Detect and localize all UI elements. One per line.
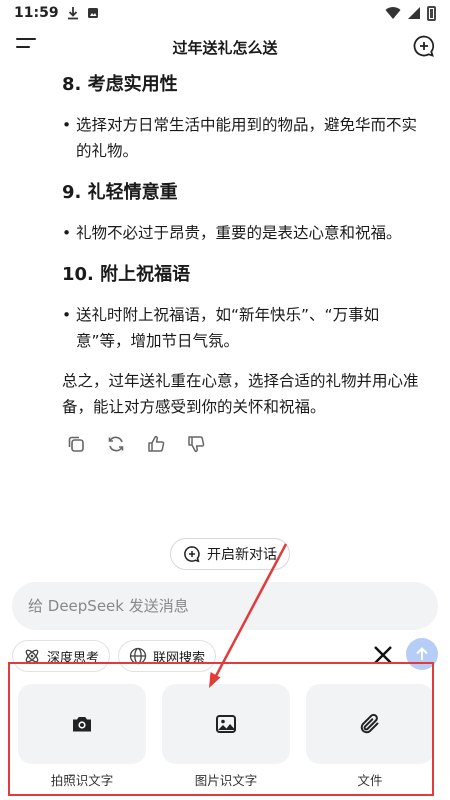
message-input[interactable] [28, 597, 422, 615]
menu-line [16, 46, 30, 48]
signal-icon [408, 7, 420, 19]
section-bullet: 送礼时附上祝福语，如“新年快乐”、“万事如意”等，增加节日气氛。 [62, 302, 422, 354]
menu-line [16, 38, 36, 40]
message-actions [66, 434, 422, 454]
arrow-up-icon [416, 647, 428, 660]
thumbs-up-icon[interactable] [146, 434, 166, 454]
summary-text: 总之，过年送礼重在心意，选择合适的礼物并用心准备，能让对方感受到你的关怀和祝福。 [62, 372, 419, 416]
section-bullet: 选择对方日常生活中能用到的物品，避免华而不实的礼物。 [62, 112, 422, 164]
status-bar: 11:59 [0, 0, 450, 26]
section-heading: 10. 附上祝福语 [62, 264, 191, 285]
new-chat-icon [184, 546, 200, 563]
copy-icon[interactable] [66, 434, 86, 454]
section-heading: 9. 礼轻情意重 [62, 182, 178, 203]
new-dialog-label: 开启新对话 [207, 547, 277, 563]
message-input-container [12, 582, 438, 630]
assistant-message: 8. 考虑实用性 选择对方日常生活中能用到的物品，避免华而不实的礼物。 9. 礼… [62, 70, 422, 454]
battery-icon [427, 5, 436, 21]
wifi-icon [385, 7, 401, 20]
regenerate-icon[interactable] [106, 434, 126, 454]
new-dialog-button[interactable]: 开启新对话 [170, 538, 290, 570]
page-title: 过年送礼怎么送 [172, 38, 278, 57]
top-bar: 过年送礼怎么送 [0, 30, 450, 64]
download-icon [67, 7, 78, 20]
section-heading: 8. 考虑实用性 [62, 74, 178, 95]
menu-button[interactable] [16, 38, 38, 56]
section-bullet: 礼物不必过于昂贵，重要的是表达心意和祝福。 [62, 220, 422, 246]
status-time: 11:59 [14, 5, 59, 21]
highlight-frame [8, 662, 434, 796]
thumbs-down-icon[interactable] [186, 434, 206, 454]
app-notification-icon [87, 8, 98, 18]
new-chat-icon[interactable] [412, 34, 436, 58]
